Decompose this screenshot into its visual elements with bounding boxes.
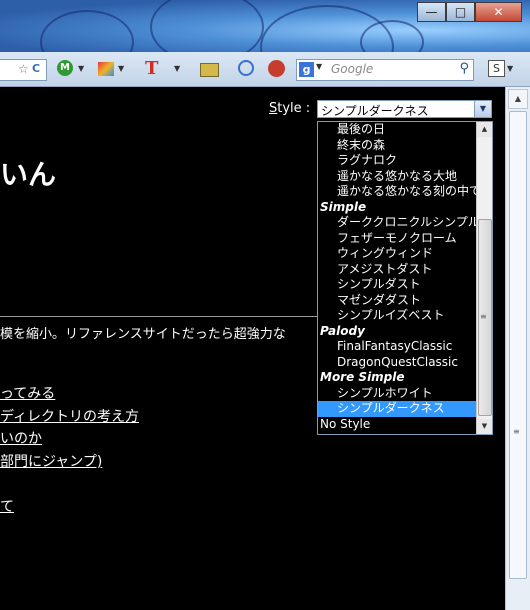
style-label: Style : <box>269 101 311 116</box>
dropdown-option[interactable]: シンプルホワイト <box>318 386 478 402</box>
dropdown-option[interactable]: マゼンダダスト <box>318 293 478 309</box>
scroll-up-icon[interactable]: ▲ <box>508 89 528 109</box>
dropdown-group-label: Simple <box>320 199 367 214</box>
close-button[interactable]: ✕ <box>475 2 522 22</box>
dropdown-option[interactable]: No Style <box>318 417 478 433</box>
dropdown-scrollbar[interactable]: ▲ ≡ ▼ <box>476 122 492 434</box>
search-input[interactable]: g ▼ Google ⚲ <box>296 59 474 81</box>
dropdown-option[interactable]: シンプルダスト <box>318 277 478 293</box>
dropdown-option[interactable]: フェザーモノクローム <box>318 231 478 247</box>
grip-icon: ≡ <box>480 312 487 321</box>
minimize-button[interactable]: — <box>417 2 446 22</box>
grip-icon: ≡ <box>513 427 520 436</box>
dropdown-option[interactable]: 終末の森 <box>318 138 478 154</box>
text-addon-icon[interactable]: T <box>145 60 158 78</box>
google-icon[interactable]: g <box>299 62 314 77</box>
page-scroll-thumb[interactable] <box>509 111 527 579</box>
navigation-toolbar: ☆ C M ▼ ▼ T ▼ g ▼ Google ⚲ S ▼ <box>0 52 530 87</box>
search-icon[interactable]: ⚲ <box>459 61 469 76</box>
dropdown-option[interactable]: シンプルイズベスト <box>318 308 478 324</box>
title-bar: — □ ✕ <box>0 0 530 89</box>
reload-icon[interactable]: C <box>32 60 40 78</box>
style-dropdown-list[interactable]: 最後の日 終末の森 ラグナロク 遥かなる悠かなる大地 遥かなる悠かなる刻の中で Simpl… <box>317 121 493 435</box>
dropdown-option[interactable]: 最後の日 <box>318 122 478 138</box>
url-bar[interactable]: ☆ C <box>0 59 47 81</box>
dropdown-option[interactable]: FinalFantasyClassic <box>318 339 478 355</box>
chevron-down-icon[interactable]: ▼ <box>507 60 513 78</box>
color-palette-icon[interactable] <box>98 62 114 76</box>
refresh-addon-icon[interactable] <box>238 60 254 76</box>
content-link[interactable]: いのか <box>0 428 42 448</box>
chevron-down-icon[interactable]: ▼ <box>474 101 491 117</box>
key-icon[interactable] <box>200 63 219 77</box>
chevron-down-icon[interactable]: ▼ <box>118 60 124 78</box>
dropdown-option[interactable]: ダーククロニクルシンプル <box>318 215 480 231</box>
chevron-down-icon[interactable]: ▼ <box>316 62 322 71</box>
page-heading: いん <box>0 158 57 191</box>
m-addon-icon[interactable]: M <box>57 60 73 76</box>
scroll-up-icon[interactable]: ▲ <box>477 122 492 137</box>
content-link[interactable]: ってみる <box>0 383 55 403</box>
dropdown-group-label: More Simple <box>320 370 405 384</box>
style-select-value: シンプルダークネス <box>321 104 429 118</box>
s-addon-icon[interactable]: S <box>488 60 505 77</box>
dropdown-options: 最後の日 終末の森 ラグナロク 遥かなる悠かなる大地 遥かなる悠かなる刻の中で Simpl… <box>318 122 481 433</box>
browser-window: — □ ✕ ☆ C M ▼ ▼ T ▼ g ▼ Google ⚲ S ▼ Sty… <box>0 0 530 610</box>
chevron-down-icon[interactable]: ▼ <box>174 60 180 78</box>
dropdown-group-label: Palody <box>320 323 365 338</box>
style-select[interactable]: シンプルダークネス ▼ <box>317 100 492 118</box>
scroll-down-icon[interactable]: ▼ <box>477 419 492 434</box>
bookmark-star-icon[interactable]: ☆ <box>18 60 29 78</box>
dropdown-option[interactable]: 遥かなる悠かなる刻の中で <box>318 184 481 200</box>
content-link[interactable]: ディレクトリの考え方 <box>0 406 139 426</box>
search-placeholder: Google <box>331 62 374 76</box>
maximize-button[interactable]: □ <box>446 2 475 22</box>
page-scrollbar[interactable]: ▲ ≡ <box>505 87 530 610</box>
content-link[interactable]: て <box>0 496 14 516</box>
content-link[interactable]: 部門にジャンプ) <box>0 451 102 471</box>
dropdown-option[interactable]: アメジストダスト <box>318 262 478 278</box>
page-paragraph: 模を縮小。リファレンスサイトだったら超強力な <box>0 327 286 342</box>
dropdown-option-selected[interactable]: シンプルダークネス <box>318 401 478 417</box>
dropdown-option[interactable]: ラグナロク <box>318 153 478 169</box>
dropdown-option[interactable]: ウィングウィンド <box>318 246 478 262</box>
dropdown-option[interactable]: 遥かなる悠かなる大地 <box>318 169 478 185</box>
block-icon[interactable] <box>268 60 285 77</box>
chevron-down-icon[interactable]: ▼ <box>78 60 84 78</box>
divider <box>0 316 320 317</box>
dropdown-option[interactable]: DragonQuestClassic <box>318 355 478 371</box>
